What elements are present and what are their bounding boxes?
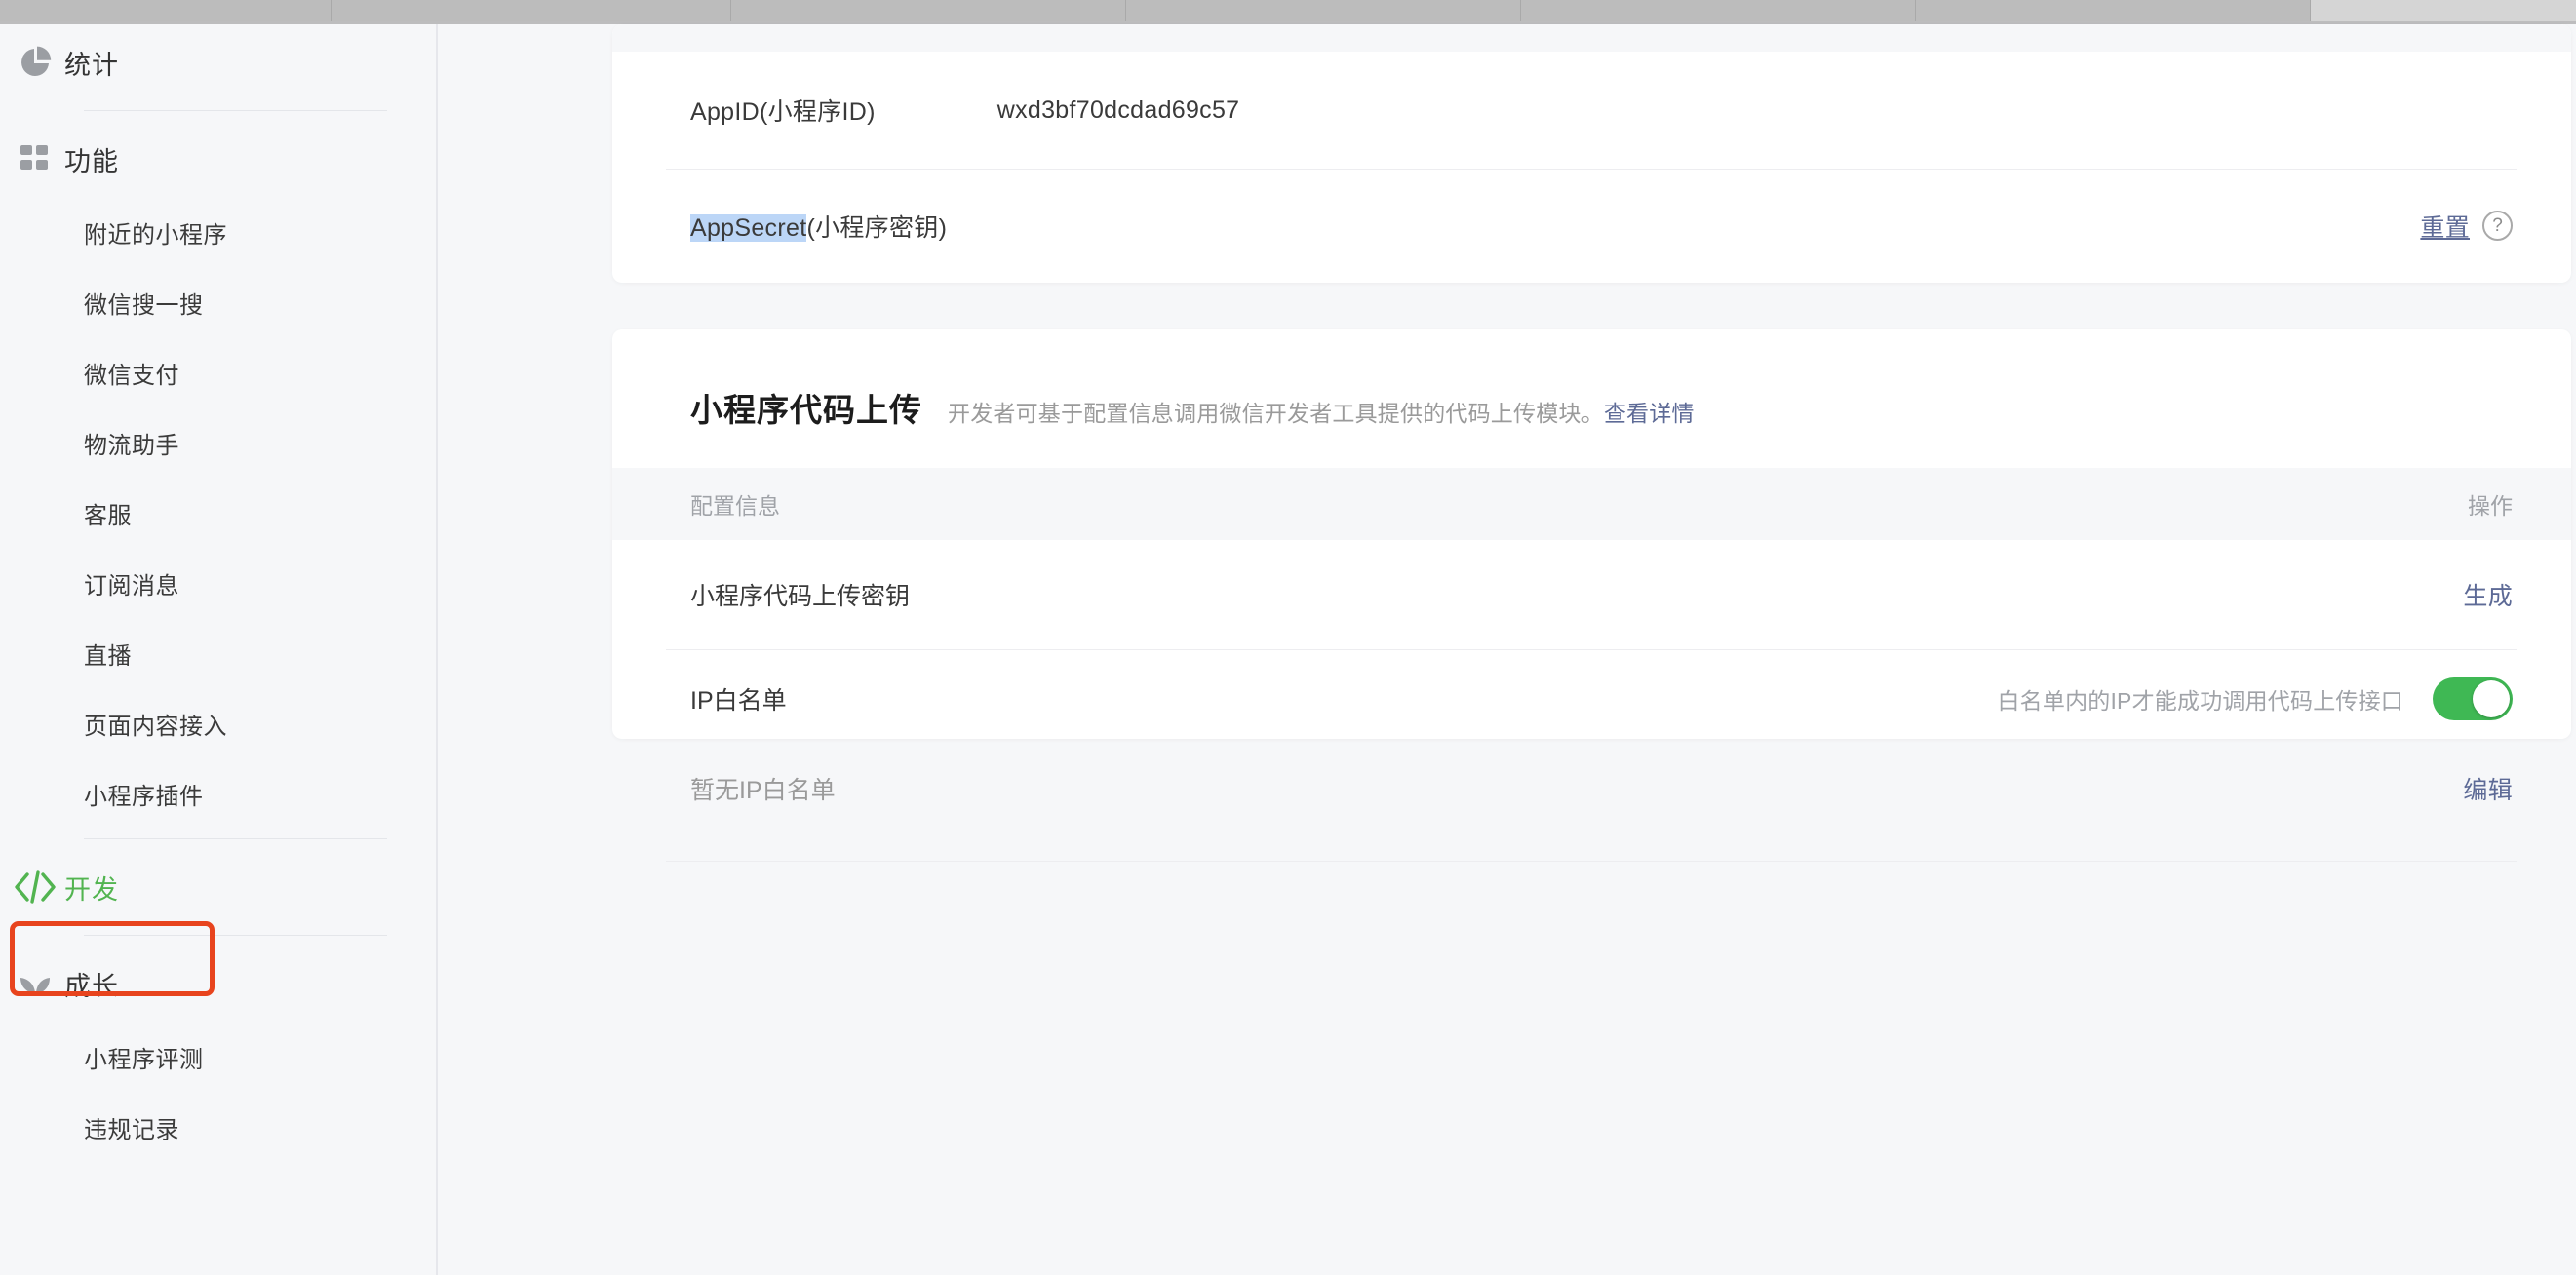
sidebar-item-label: 小程序插件 — [84, 783, 204, 810]
appsecret-label: AppSecret(小程序密钥) — [690, 209, 947, 244]
generate-key-button[interactable]: 生成 — [2463, 577, 2513, 612]
sidebar-item-label: 页面内容接入 — [84, 713, 227, 740]
sidebar-group-label: 开发 — [64, 874, 119, 905]
sidebar-item-miniprogram-review[interactable]: 小程序评测 — [0, 1022, 436, 1092]
sprout-icon — [14, 962, 57, 1005]
browser-tab-strip — [0, 0, 2576, 21]
appsecret-label-selected: AppSecret — [690, 213, 807, 242]
code-upload-header: 小程序代码上传 开发者可基于配置信息调用微信开发者工具提供的代码上传模块。查看详… — [612, 329, 2571, 431]
view-details-link[interactable]: 查看详情 — [1604, 401, 1695, 426]
secondary-panel — [438, 24, 612, 1275]
appid-label: AppID(小程序ID) — [690, 98, 876, 126]
code-upload-description-text: 开发者可基于配置信息调用微信开发者工具提供的代码上传模块。 — [948, 401, 1604, 426]
appsecret-label-rest: (小程序密钥) — [806, 213, 948, 242]
appid-row: AppID(小程序ID) wxd3bf70dcdad69c57 — [612, 52, 2571, 169]
sidebar-item-label: 违规记录 — [84, 1116, 179, 1143]
ip-whitelist-toggle[interactable] — [2433, 677, 2513, 720]
sidebar-item-label: 微信搜一搜 — [84, 291, 204, 319]
code-upload-card: 小程序代码上传 开发者可基于配置信息调用微信开发者工具提供的代码上传模块。查看详… — [612, 329, 2571, 862]
appsecret-reset-link[interactable]: 重置 — [2420, 209, 2470, 244]
sidebar-separator — [84, 110, 387, 111]
sidebar-item-violation-record[interactable]: 违规记录 — [0, 1092, 436, 1162]
card-top-strip — [612, 24, 2571, 52]
sidebar-item-label: 小程序评测 — [84, 1046, 204, 1073]
sidebar-item-label: 物流助手 — [84, 432, 179, 459]
pie-chart-icon — [14, 41, 57, 84]
code-upload-title: 小程序代码上传 — [690, 392, 922, 428]
ip-whitelist-empty-label: 暂无IP白名单 — [690, 777, 836, 804]
card-gap — [612, 283, 2576, 329]
table-header-row: 配置信息 操作 — [612, 468, 2571, 540]
app-root: 统计 功能 附近的小程序 微信搜一搜 微信支付 物流助手 客服 订阅消息 直播 … — [0, 0, 2576, 1275]
sidebar-group-label: 统计 — [64, 50, 119, 80]
sidebar-group-label: 成长 — [64, 971, 119, 1001]
sidebar-item-label: 直播 — [84, 642, 132, 670]
sidebar-group-features[interactable]: 功能 — [0, 121, 436, 197]
sidebar-item-label: 订阅消息 — [84, 572, 179, 599]
code-icon — [14, 866, 57, 908]
browser-tab[interactable] — [1916, 0, 2311, 21]
row-divider — [666, 861, 2517, 862]
main-content: AppID(小程序ID) wxd3bf70dcdad69c57 AppSecre… — [612, 24, 2576, 1275]
ip-whitelist-hint: 白名单内的IP才能成功调用代码上传接口 — [1997, 688, 2403, 714]
table-header-action: 操作 — [2468, 493, 2513, 519]
sidebar-item-subscribe-message[interactable]: 订阅消息 — [0, 548, 436, 618]
sidebar-item-page-content[interactable]: 页面内容接入 — [0, 688, 436, 758]
sidebar-item-label: 附近的小程序 — [84, 221, 227, 249]
question-mark-icon[interactable]: ? — [2482, 211, 2513, 241]
sidebar-group-development[interactable]: 开发 — [0, 849, 436, 925]
sidebar-group-label: 功能 — [64, 146, 119, 176]
sidebar-item-label: 微信支付 — [84, 362, 179, 389]
appsecret-row: AppSecret(小程序密钥) 重置 ? — [612, 170, 2571, 282]
sidebar-separator — [84, 935, 387, 936]
sidebar-group-growth[interactable]: 成长 — [0, 946, 436, 1022]
dev-settings-card: AppID(小程序ID) wxd3bf70dcdad69c57 AppSecre… — [612, 24, 2571, 283]
appid-value: wxd3bf70dcdad69c57 — [996, 96, 1240, 124]
browser-tab[interactable] — [0, 0, 332, 21]
table-row: 暂无IP白名单 编辑 — [612, 748, 2571, 830]
code-upload-description: 开发者可基于配置信息调用微信开发者工具提供的代码上传模块。查看详情 — [948, 395, 1695, 428]
grid-icon — [14, 137, 57, 180]
upload-key-label: 小程序代码上传密钥 — [690, 583, 911, 610]
table-row: 小程序代码上传密钥 生成 — [612, 540, 2571, 649]
toggle-knob — [2473, 680, 2510, 717]
sidebar-item-miniprogram-plugin[interactable]: 小程序插件 — [0, 758, 436, 829]
sidebar: 统计 功能 附近的小程序 微信搜一搜 微信支付 物流助手 客服 订阅消息 直播 … — [0, 24, 436, 1275]
sidebar-group-stats[interactable]: 统计 — [0, 24, 436, 100]
sidebar-item-customer-service[interactable]: 客服 — [0, 478, 436, 548]
table-row: IP白名单 白名单内的IP才能成功调用代码上传接口 — [612, 650, 2571, 748]
table-header-config: 配置信息 — [690, 493, 780, 519]
sidebar-separator — [84, 838, 387, 839]
browser-tab[interactable] — [1521, 0, 1916, 21]
sidebar-item-wechat-pay[interactable]: 微信支付 — [0, 337, 436, 407]
browser-tab-active[interactable] — [2311, 0, 2576, 21]
browser-tab[interactable] — [1126, 0, 1521, 21]
sidebar-item-logistics[interactable]: 物流助手 — [0, 407, 436, 478]
sidebar-item-label: 客服 — [84, 502, 132, 529]
ip-whitelist-label: IP白名单 — [690, 687, 787, 715]
browser-tab[interactable] — [332, 0, 731, 21]
sidebar-item-nearby-miniprogram[interactable]: 附近的小程序 — [0, 197, 436, 267]
browser-tab[interactable] — [731, 0, 1126, 21]
sidebar-item-wechat-search[interactable]: 微信搜一搜 — [0, 267, 436, 337]
edit-whitelist-button[interactable]: 编辑 — [2463, 771, 2513, 806]
sidebar-item-live[interactable]: 直播 — [0, 618, 436, 688]
